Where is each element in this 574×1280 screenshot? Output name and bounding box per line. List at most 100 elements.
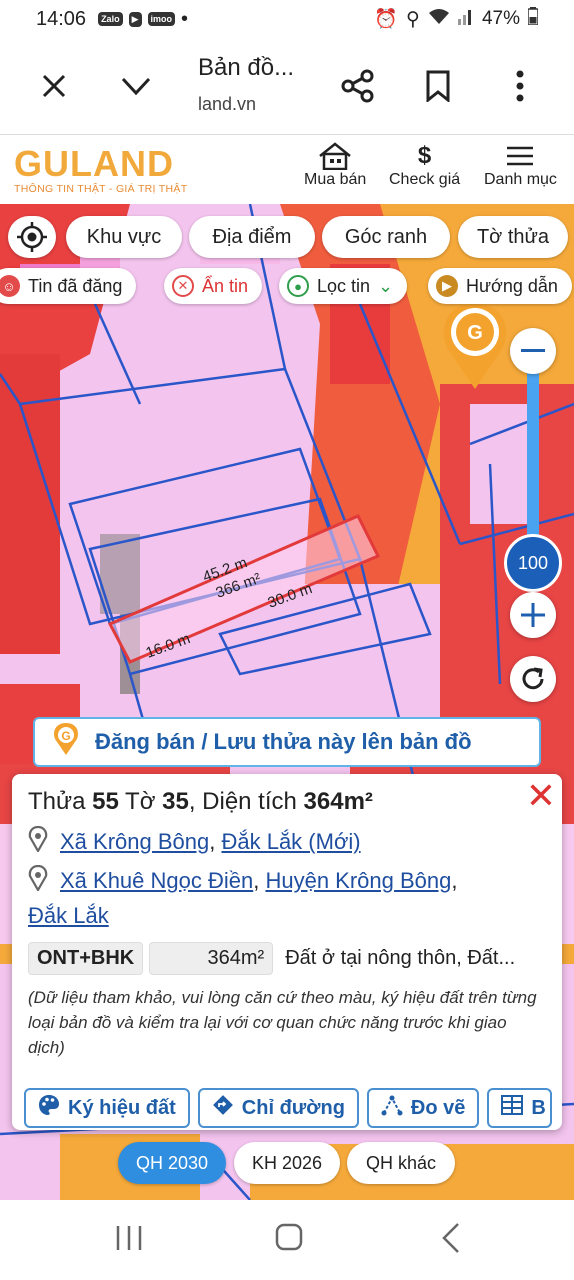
layer-qh-khac[interactable]: QH khác bbox=[347, 1142, 455, 1184]
more-vert-icon[interactable] bbox=[500, 66, 540, 106]
nav-label: Danh mục bbox=[484, 171, 557, 188]
refresh-icon bbox=[522, 667, 544, 690]
logo-slogan: THÔNG TIN THẬT - GIÁ TRỊ THẬT bbox=[14, 183, 188, 195]
action-label: B bbox=[531, 1096, 546, 1119]
land-use-row: ONT+BHK 364m² Đất ở tại nông thôn, Đất..… bbox=[28, 942, 546, 975]
bookmark-icon[interactable] bbox=[418, 66, 458, 106]
province-link[interactable]: Đắk Lắk (Mới) bbox=[221, 829, 360, 854]
system-nav-bar bbox=[0, 1200, 574, 1280]
status-bar: 14:06 Zalo ▶ imoo • ⏰ ⚲ 47% bbox=[0, 0, 574, 38]
action-label: Chỉ đường bbox=[241, 1096, 345, 1119]
imoo-icon: imoo bbox=[147, 12, 175, 26]
location-pin-icon bbox=[28, 825, 48, 861]
measure-button[interactable]: Đo vẽ bbox=[366, 1088, 480, 1128]
zalo-icon: Zalo bbox=[98, 12, 123, 26]
zoom-in-button[interactable] bbox=[510, 592, 556, 638]
nav-danh-muc[interactable]: Danh mục bbox=[484, 141, 557, 189]
zoom-level[interactable]: 100 bbox=[504, 534, 562, 592]
zoom-out-button[interactable] bbox=[510, 328, 556, 374]
action-label: Đo vẽ bbox=[410, 1096, 466, 1119]
action-label: Ký hiệu đất bbox=[68, 1096, 176, 1119]
status-right: ⏰ ⚲ 47% bbox=[374, 7, 539, 31]
disclaimer-note: (Dữ liệu tham khảo, vui lòng căn cứ theo… bbox=[28, 988, 537, 1057]
layer-kh-2026[interactable]: KH 2026 bbox=[234, 1142, 340, 1184]
land-desc: Đất ở tại nông thôn, Đất... bbox=[285, 947, 516, 969]
nav-mua-ban[interactable]: Mua bán bbox=[304, 141, 366, 189]
filter-label: Tin đã đăng bbox=[28, 275, 123, 296]
svg-text:G: G bbox=[61, 729, 70, 743]
chip-goc-ranh[interactable]: Góc ranh bbox=[322, 216, 450, 258]
site-header: GULAND THÔNG TIN THẬT - GIÁ TRỊ THẬT Mua… bbox=[0, 134, 574, 204]
guland-pin-icon: G bbox=[51, 722, 81, 762]
parcel-info-card: Thửa 55 Tờ 35, Diện tích 364m² ✕ Xã Krôn… bbox=[12, 774, 562, 1130]
province-link[interactable]: Đắk Lắk bbox=[28, 903, 109, 928]
card-title: Thửa 55 Tờ 35, Diện tích 364m² bbox=[28, 788, 373, 815]
directions-icon bbox=[212, 1094, 234, 1122]
commune-link[interactable]: Xã Krông Bông bbox=[60, 829, 209, 854]
location-icon: ⚲ bbox=[406, 8, 420, 30]
signal-icon bbox=[457, 7, 474, 31]
refresh-button[interactable] bbox=[510, 656, 556, 702]
land-area: 364m² bbox=[149, 942, 274, 975]
chip-dia-diem[interactable]: Địa điểm bbox=[189, 216, 315, 258]
user-badge-icon: ☺ bbox=[0, 275, 20, 297]
table-icon bbox=[501, 1095, 524, 1121]
status-time: 14:06 bbox=[36, 7, 87, 30]
notification-icons: Zalo ▶ imoo • bbox=[98, 8, 188, 31]
nav-label: Check giá bbox=[389, 171, 461, 188]
location-pin-icon: ● bbox=[287, 275, 309, 297]
wifi-icon bbox=[428, 7, 450, 31]
home-icon[interactable] bbox=[274, 1222, 304, 1257]
locate-button[interactable] bbox=[8, 216, 56, 258]
post-listing-button[interactable]: G Đăng bán / Lưu thửa này lên bản đồ bbox=[33, 717, 541, 767]
address-old-province: Đắk Lắk bbox=[28, 900, 546, 932]
battery-icon bbox=[527, 7, 539, 31]
location-pin-icon bbox=[28, 864, 48, 900]
share-icon[interactable] bbox=[338, 66, 378, 106]
post-bar-label: Đăng bán / Lưu thửa này lên bản đồ bbox=[95, 729, 472, 754]
chip-khu-vuc[interactable]: Khu vực bbox=[66, 216, 182, 258]
filter-dropdown[interactable]: ● Lọc tin ⌄ bbox=[279, 268, 408, 304]
logo-text: GULAND bbox=[14, 143, 174, 184]
page-title: Bản đồ... bbox=[198, 54, 295, 81]
back-icon[interactable] bbox=[440, 1222, 462, 1259]
crosshair-icon bbox=[17, 222, 47, 252]
battery-text: 47% bbox=[481, 8, 520, 29]
house-icon bbox=[318, 141, 352, 171]
chip-to-thua[interactable]: Tờ thửa bbox=[458, 216, 568, 258]
filter-hidden[interactable]: ✕ Ẩn tin bbox=[164, 268, 263, 304]
land-symbol-button[interactable]: Ký hiệu đất bbox=[24, 1088, 190, 1128]
palette-icon bbox=[38, 1094, 60, 1122]
page-url: land.vn bbox=[198, 94, 257, 114]
close-icon[interactable] bbox=[34, 66, 74, 106]
layer-qh-2030[interactable]: QH 2030 bbox=[118, 1142, 226, 1184]
alarm-icon: ⏰ bbox=[374, 9, 399, 30]
filter-label: Lọc tin bbox=[317, 275, 371, 296]
filter-label: Ẩn tin bbox=[202, 275, 249, 296]
guland-logo[interactable]: GULAND THÔNG TIN THẬT - GIÁ TRỊ THẬT bbox=[14, 143, 187, 195]
measure-icon bbox=[381, 1094, 403, 1122]
chevron-down-icon[interactable] bbox=[116, 66, 156, 106]
commune-link[interactable]: Xã Khuê Ngọc Điền bbox=[60, 868, 253, 893]
video-icon: ▶ bbox=[128, 11, 142, 27]
nav-label: Mua bán bbox=[304, 171, 367, 188]
recents-icon[interactable] bbox=[114, 1224, 144, 1257]
card-actions: Ký hiệu đất Chỉ đường Đo vẽ B bbox=[24, 1088, 552, 1128]
dollar-icon: $ bbox=[417, 142, 432, 169]
district-link[interactable]: Huyện Krông Bông bbox=[265, 868, 451, 893]
land-code: ONT+BHK bbox=[28, 942, 144, 975]
dot-icon: • bbox=[181, 7, 189, 30]
plus-icon bbox=[521, 603, 545, 627]
menu-icon bbox=[506, 141, 534, 171]
minus-icon bbox=[521, 349, 545, 352]
address-new: Xã Krông Bông, Đắk Lắk (Mới) bbox=[28, 825, 546, 861]
play-circle-icon: ▶ bbox=[436, 275, 458, 297]
directions-button[interactable]: Chỉ đường bbox=[197, 1088, 359, 1128]
filter-label: Hướng dẫn bbox=[466, 275, 558, 296]
filter-posted[interactable]: ☺ Tin đã đăng bbox=[0, 268, 137, 304]
close-card-button[interactable]: ✕ bbox=[526, 778, 556, 814]
nav-check-gia[interactable]: $ Check giá bbox=[389, 141, 460, 189]
address-old: Xã Khuê Ngọc Điền, Huyện Krông Bông, bbox=[28, 864, 546, 900]
table-button[interactable]: B bbox=[487, 1088, 552, 1128]
filter-guide[interactable]: ▶ Hướng dẫn bbox=[428, 268, 572, 304]
